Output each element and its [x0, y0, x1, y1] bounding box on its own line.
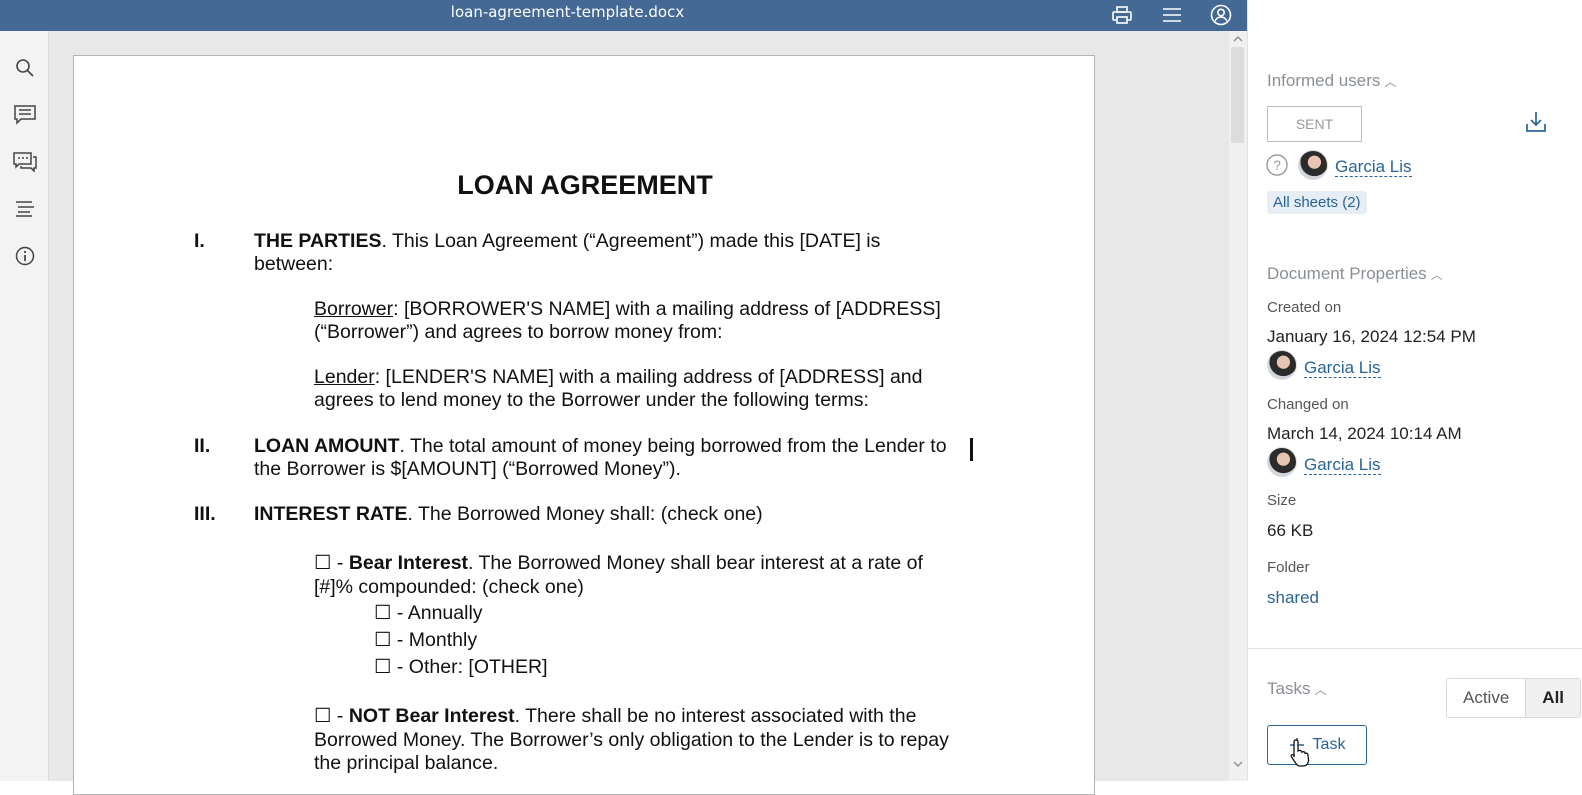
- document-filename: loan-agreement-template.docx: [450, 3, 685, 21]
- section-number: III.: [194, 503, 216, 525]
- paragraph-line: Borrowed Money. The Borrower’s only obli…: [314, 729, 949, 751]
- paragraph-line: Lender: [LENDER'S NAME] with a mailing a…: [314, 366, 922, 389]
- option-line: ☐ - Monthly: [374, 629, 478, 651]
- comment-icon[interactable]: [12, 102, 38, 128]
- info-icon[interactable]: [12, 243, 38, 269]
- paragraph-line: [#]% compounded: (check one): [314, 576, 584, 598]
- chevron-up-icon: ︿: [1384, 75, 1397, 90]
- document-page[interactable]: LOAN AGREEMENT I. THE PARTIES. This Loan…: [73, 55, 1095, 795]
- lender-label: Lender: [314, 366, 375, 388]
- section-number: I.: [194, 230, 205, 252]
- created-by-link[interactable]: Garcia Lis: [1304, 358, 1381, 378]
- paragraph-line: THE PARTIES. This Loan Agreement (“Agree…: [254, 230, 880, 253]
- scrollbar-thumb[interactable]: [1231, 47, 1244, 143]
- chevron-up-icon: ︿: [1430, 268, 1443, 283]
- changed-value: March 14, 2024 10:14 AM: [1267, 424, 1462, 443]
- hand-cursor-icon: [1290, 739, 1310, 767]
- details-panel: Informed users ︿ SENT ? Garcia Lis All sh…: [1247, 0, 1582, 781]
- scroll-up-icon[interactable]: [1233, 35, 1243, 42]
- svg-text:?: ?: [1273, 157, 1281, 173]
- chevron-up-icon: ︿: [1314, 683, 1327, 698]
- filter-active-button[interactable]: Active: [1447, 679, 1527, 717]
- all-sheets-badge[interactable]: All sheets (2): [1267, 191, 1367, 214]
- paragraph-line: the principal balance.: [314, 752, 499, 774]
- chat-icon[interactable]: [12, 149, 38, 175]
- user-account-icon[interactable]: [1208, 2, 1234, 28]
- section-heading: THE PARTIES: [254, 230, 382, 252]
- left-toolbar: [0, 31, 49, 781]
- section-title: Tasks: [1267, 679, 1311, 698]
- print-icon[interactable]: [1109, 2, 1135, 28]
- document-title: LOAN AGREEMENT: [457, 170, 713, 200]
- paragraph-line: ☐ - NOT Bear Interest. There shall be no…: [314, 705, 916, 728]
- option-line: ☐ - Other: [OTHER]: [374, 656, 548, 678]
- checkbox-glyph: ☐ -: [314, 552, 349, 574]
- add-task-label: Task: [1312, 736, 1346, 753]
- menu-icon[interactable]: [1159, 2, 1185, 28]
- document-properties-toggle[interactable]: Document Properties ︿: [1267, 264, 1443, 284]
- section-divider: [1248, 648, 1582, 649]
- size-value: 66 KB: [1267, 521, 1314, 540]
- section-number: II.: [194, 435, 211, 457]
- paragraph-line: ☐ - Bear Interest. The Borrowed Money sh…: [314, 552, 923, 575]
- paragraph-text: : [LENDER'S NAME] with a mailing address…: [374, 366, 923, 388]
- paragraph-text: : [BORROWER'S NAME] with a mailing addre…: [393, 298, 941, 320]
- avatar: [1267, 350, 1297, 380]
- paragraph-line: (“Borrower”) and agrees to borrow money …: [314, 321, 723, 343]
- title-bar: loan-agreement-template.docx: [0, 0, 1247, 31]
- paragraph-line: Borrower: [BORROWER'S NAME] with a maili…: [314, 298, 941, 321]
- folder-link[interactable]: shared: [1267, 588, 1319, 608]
- option-line: ☐ - Annually: [374, 602, 483, 624]
- folder-label: Folder: [1267, 559, 1310, 576]
- paragraph-text: . The Borrowed Money shall: (check one): [407, 503, 763, 525]
- user-name[interactable]: Garcia Lis: [1304, 358, 1381, 378]
- paragraph-text: . This Loan Agreement (“Agreement”) made…: [381, 230, 881, 252]
- paragraph-text: . There shall be no interest associated …: [514, 705, 917, 727]
- created-label: Created on: [1267, 299, 1342, 316]
- paragraph-text: . The total amount of money being borrow…: [399, 435, 947, 457]
- tasks-toggle[interactable]: Tasks ︿: [1267, 679, 1326, 699]
- user-name[interactable]: Garcia Lis: [1304, 455, 1381, 475]
- changed-by-link[interactable]: Garcia Lis: [1304, 455, 1381, 475]
- paragraph-line: agrees to lend money to the Borrower und…: [314, 389, 869, 411]
- paragraph-line: between:: [254, 253, 334, 275]
- paragraph-line: INTEREST RATE. The Borrowed Money shall:…: [254, 503, 763, 526]
- paragraph-line: the Borrower is $[AMOUNT] (“Borrowed Mon…: [254, 458, 681, 480]
- document-viewer: loan-agreement-template.docx LOAN AGREEM…: [0, 0, 1247, 795]
- borrower-label: Borrower: [314, 298, 394, 320]
- size-label: Size: [1267, 492, 1297, 509]
- vertical-scrollbar[interactable]: [1229, 31, 1247, 781]
- add-task-button[interactable]: Task: [1267, 725, 1367, 765]
- informed-user-link[interactable]: Garcia Lis: [1335, 157, 1412, 177]
- changed-label: Changed on: [1267, 396, 1349, 413]
- checkbox-glyph: ☐ -: [314, 705, 349, 727]
- section-heading: LOAN AMOUNT: [254, 435, 400, 457]
- paragraph-text: . The Borrowed Money shall bear interest…: [468, 552, 923, 574]
- search-icon[interactable]: [12, 55, 38, 81]
- section-heading: INTEREST RATE: [254, 503, 408, 525]
- option-heading: Bear Interest: [348, 552, 469, 574]
- user-name[interactable]: Garcia Lis: [1335, 157, 1412, 177]
- paragraph-line: LOAN AMOUNT. The total amount of money b…: [254, 435, 947, 458]
- avatar: [1267, 447, 1297, 477]
- question-icon[interactable]: ?: [1266, 154, 1288, 181]
- created-value: January 16, 2024 12:54 PM: [1267, 327, 1476, 346]
- outline-icon[interactable]: [12, 196, 38, 222]
- section-title: Document Properties: [1267, 264, 1427, 283]
- filter-all-button[interactable]: All: [1526, 679, 1581, 717]
- avatar: [1298, 150, 1328, 180]
- section-title: Informed users: [1267, 71, 1381, 90]
- informed-users-toggle[interactable]: Informed users ︿: [1267, 71, 1396, 91]
- task-filter: Active All: [1446, 678, 1582, 718]
- scroll-down-icon[interactable]: [1233, 761, 1243, 768]
- text-cursor: [970, 438, 973, 461]
- option-heading: NOT Bear Interest: [348, 705, 515, 727]
- sent-status-badge: SENT: [1267, 106, 1362, 142]
- download-icon[interactable]: [1524, 110, 1548, 139]
